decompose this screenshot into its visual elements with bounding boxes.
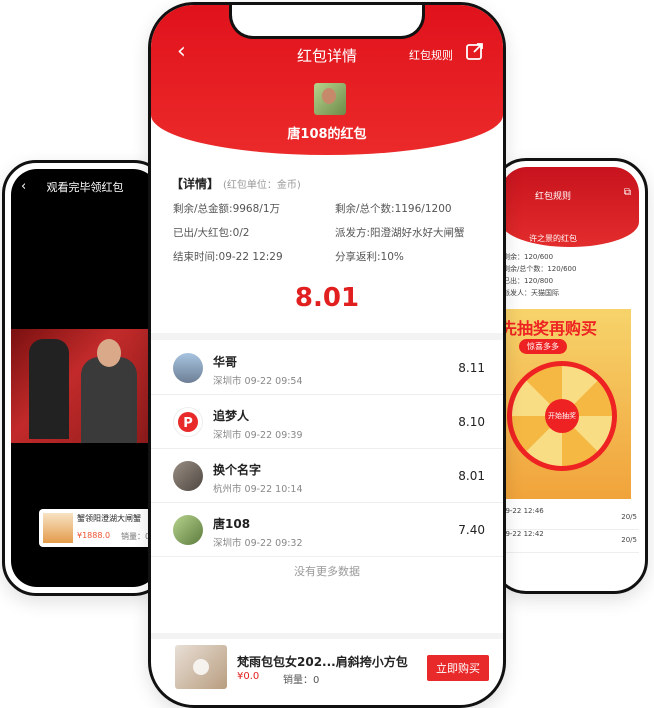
end-time: 结束时间:09-22 12:29	[173, 251, 283, 263]
product-thumbnail	[43, 513, 73, 543]
share-icon[interactable]: ⧉	[624, 187, 631, 198]
right-row-value: 20/5	[621, 513, 637, 521]
details-heading-text: 【详情】	[171, 177, 220, 191]
avatar	[173, 515, 203, 545]
owner-name: 唐108的红包	[287, 127, 367, 142]
right-info: 剩余：120/600 剩余/总个数：120/600 已出：120/800 派发人…	[501, 247, 639, 303]
recipient-value: 8.11	[458, 361, 485, 375]
right-header: 红包规则 ⧉ 许之景的红包	[501, 167, 639, 247]
person-figure	[29, 339, 69, 439]
recipient-meta: 深圳市 09-22 09:54	[213, 376, 303, 387]
svg-text:P: P	[183, 416, 193, 431]
left-product-card[interactable]: 蟹领阳澄湖大闸蟹 ¥1888.0 销量：0	[39, 509, 159, 547]
right-info-1: 剩余：120/600	[503, 253, 554, 261]
details-unit: (红包单位：金币)	[223, 180, 301, 191]
right-owner: 许之景的红包	[529, 234, 577, 243]
lottery-banner[interactable]: 先抽奖再购买 惊喜多多 开始抽奖	[501, 309, 631, 499]
phone-notch	[229, 5, 425, 39]
divider	[151, 333, 503, 340]
presenter-figure	[81, 357, 137, 443]
right-rule-label[interactable]: 红包规则	[535, 189, 571, 202]
right-row: 09-22 12:42 20/5	[501, 530, 639, 553]
issued-count: 已出/大红包:0/2	[173, 227, 250, 239]
recipient-meta: 深圳市 09-22 09:32	[213, 538, 303, 549]
recipient-name: 换个名字	[213, 463, 262, 477]
remaining-amount: 剩余/总金额:9968/1万	[173, 203, 281, 215]
product-thumbnail[interactable]	[175, 645, 227, 689]
share-icon[interactable]	[465, 41, 485, 61]
left-phone-screen: ‹ 观看完毕领红包 蟹领阳澄湖大闸蟹 ¥1888.0 销量：0	[11, 169, 159, 587]
recipient-name: 唐108	[213, 517, 251, 531]
recipient-name: 追梦人	[213, 409, 250, 423]
distributor: 派发方:阳澄湖好水好大闸蟹	[335, 227, 465, 239]
list-item[interactable]: P 追梦人 深圳市 09-22 09:39 8.10	[151, 395, 503, 449]
avatar	[173, 461, 203, 491]
recipient-value: 8.01	[458, 469, 485, 483]
presenter-head	[97, 339, 121, 367]
product-bar[interactable]: 梵雨包包女202...肩斜挎小方包 ¥0.0 销量：0 立即购买	[151, 639, 503, 697]
buy-now-button[interactable]: 立即购买	[427, 655, 489, 681]
right-row-value: 20/5	[621, 536, 637, 544]
no-more-data: 没有更多数据	[294, 565, 360, 578]
product-price: ¥0.0	[237, 671, 260, 682]
owner-avatar	[314, 83, 346, 115]
product-sales: 销量：0	[283, 675, 320, 686]
left-phone-mockup: ‹ 观看完毕领红包 蟹领阳澄湖大闸蟹 ¥1888.0 销量：0	[2, 160, 168, 596]
list-item[interactable]: 换个名字 杭州市 09-22 10:14 8.01	[151, 449, 503, 503]
remaining-count: 剩余/总个数:1196/1200	[335, 203, 452, 215]
recipient-value: 7.40	[458, 523, 485, 537]
right-phone-mockup: 红包规则 ⧉ 许之景的红包 剩余：120/600 剩余/总个数：120/600 …	[492, 158, 648, 594]
prize-wheel[interactable]: 开始抽奖	[507, 361, 617, 471]
right-row-label: 09-22 12:42	[501, 530, 544, 538]
details-heading: 【详情】 (红包单位：金币)	[171, 175, 301, 192]
right-info-3: 已出：120/800	[503, 277, 554, 285]
banner-tag: 惊喜多多	[519, 339, 567, 354]
list-item[interactable]: 唐108 深圳市 09-22 09:32 7.40	[151, 503, 503, 557]
recipient-meta: 杭州市 09-22 10:14	[213, 484, 303, 495]
p-logo-icon: P	[178, 412, 198, 432]
right-info-2: 剩余/总个数：120/600	[503, 265, 577, 273]
right-row-label: 09-22 12:46	[501, 507, 544, 515]
right-info-4: 派发人：天猫国际	[503, 289, 559, 297]
right-row: 09-22 12:46 20/5	[501, 507, 639, 530]
wheel-start-button[interactable]: 开始抽奖	[545, 399, 579, 433]
main-phone-mockup: ‹ 红包详情 红包规则 唐108的红包 【详情】 (红包单位：金币) 剩余/总金额…	[148, 2, 506, 708]
recipient-meta: 深圳市 09-22 09:39	[213, 430, 303, 441]
product-name: 梵雨包包女202...肩斜挎小方包	[237, 655, 408, 669]
back-icon[interactable]: ‹	[21, 179, 26, 194]
video-player[interactable]	[11, 329, 159, 443]
recipient-list: 华哥 深圳市 09-22 09:54 8.11 P 追梦人 深圳市 09-22 …	[151, 341, 503, 557]
rules-link[interactable]: 红包规则	[409, 47, 453, 63]
left-title: 观看完毕领红包	[46, 181, 124, 194]
avatar	[173, 353, 203, 383]
recipient-value: 8.10	[458, 415, 485, 429]
share-rebate: 分享返利:10%	[335, 251, 404, 263]
left-product-title: 蟹领阳澄湖大闸蟹	[77, 514, 141, 523]
left-product-sales: 销量：0	[121, 532, 151, 541]
banner-title: 先抽奖再购买	[501, 319, 598, 338]
recipient-name: 华哥	[213, 355, 238, 369]
received-amount: 8.01	[294, 283, 360, 313]
right-phone-screen: 红包规则 ⧉ 许之景的红包 剩余：120/600 剩余/总个数：120/600 …	[501, 167, 639, 585]
left-top-bar: ‹ 观看完毕领红包	[11, 169, 159, 205]
left-product-price: ¥1888.0	[77, 531, 111, 540]
list-item[interactable]: 华哥 深圳市 09-22 09:54 8.11	[151, 341, 503, 395]
right-rows: 09-22 12:46 20/5 09-22 12:42 20/5	[501, 507, 639, 553]
avatar: P	[173, 407, 203, 437]
